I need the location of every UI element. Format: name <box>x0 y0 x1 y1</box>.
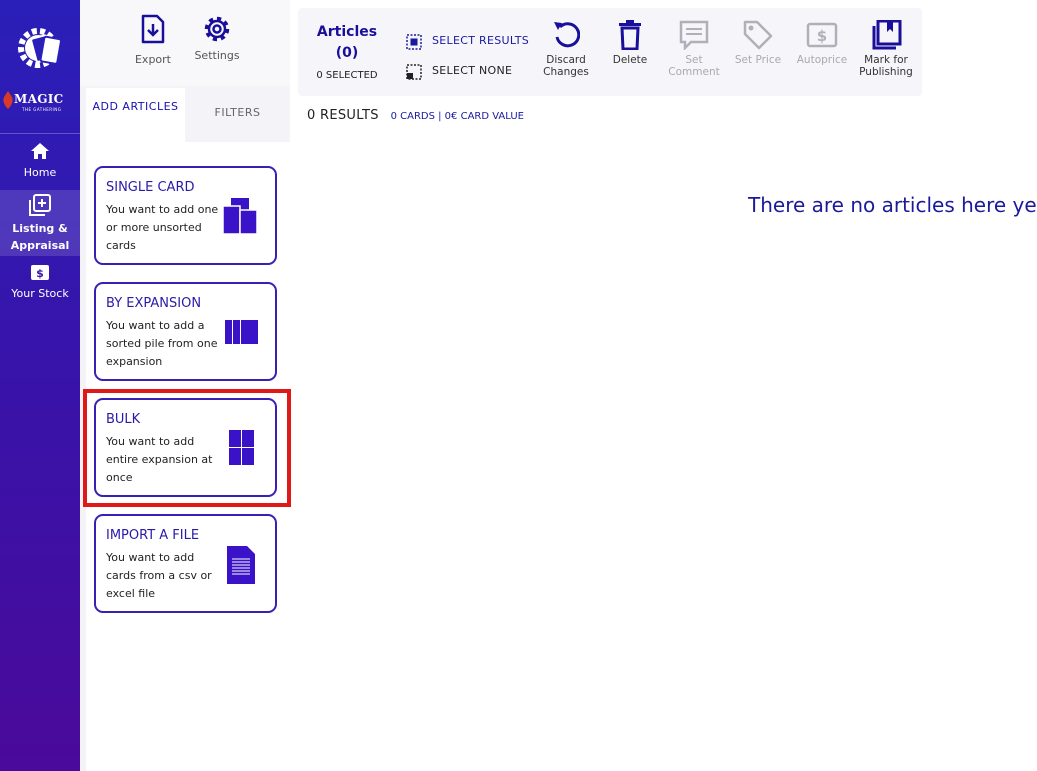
publish-icon <box>872 20 902 50</box>
home-icon <box>31 143 49 159</box>
nav-item-label: Your Stock <box>11 287 69 300</box>
select-results-label: SELECT RESULTS <box>432 34 530 47</box>
add-articles-panel: Export Settings ADD ARTICLES FILTERS SIN… <box>80 0 290 771</box>
nav-item-listing-appraisal[interactable]: Listing & Appraisal <box>0 190 80 256</box>
autoprice-button[interactable]: $ Autoprice <box>790 20 854 66</box>
autoprice-label: Autoprice <box>796 54 848 66</box>
single-card-option[interactable]: SINGLE CARD You want to add one or more … <box>94 166 277 265</box>
brand-sub: THE GATHERING <box>22 107 62 112</box>
results-count: 0 RESULTS <box>307 108 379 123</box>
svg-text:$: $ <box>36 267 44 280</box>
main-nav: MAGIC THE GATHERING Home Listing & Appra… <box>0 0 80 771</box>
export-icon <box>141 14 165 44</box>
trash-icon <box>619 20 641 50</box>
articles-toolbar: Articles (0) 0 SELECTED SELECT RESULTS S… <box>298 8 922 96</box>
articles-title: Articles <box>316 24 378 40</box>
cards-stack-icon <box>223 198 258 235</box>
option-title: SINGLE CARD <box>106 180 195 195</box>
selected-count: 0 SELECTED <box>316 70 378 81</box>
set-price-button[interactable]: Set Price <box>726 20 790 66</box>
option-description: You want to add cards from a csv or exce… <box>106 551 212 600</box>
undo-icon <box>554 22 580 48</box>
export-label: Export <box>134 53 171 66</box>
money-icon: $ <box>31 265 49 280</box>
dollar-icon: $ <box>806 22 838 48</box>
nav-item-label: Listing & Appraisal <box>10 222 70 252</box>
nav-item-your-stock[interactable]: $ Your Stock <box>0 264 80 308</box>
empty-state-message: There are no articles here yet. <box>748 193 1037 217</box>
settings-button[interactable]: Settings <box>187 14 247 62</box>
mark-for-publishing-label: Mark for Publishing <box>859 54 913 78</box>
option-title: IMPORT A FILE <box>106 528 200 543</box>
results-summary: 0 RESULTS 0 CARDS | 0€ CARD VALUE <box>307 108 524 123</box>
magic-brand-logo: MAGIC THE GATHERING <box>2 88 78 116</box>
nav-item-label: Home <box>23 166 57 179</box>
option-description: You want to add a sorted pile from one e… <box>106 319 218 368</box>
select-none-icon <box>406 64 422 80</box>
delete-label: Delete <box>612 54 648 66</box>
mark-for-publishing-button[interactable]: Mark for Publishing <box>854 20 918 78</box>
by-expansion-option[interactable]: BY EXPANSION You want to add a sorted pi… <box>94 282 277 381</box>
select-none-label: SELECT NONE <box>432 64 513 77</box>
nav-divider <box>0 133 80 134</box>
articles-count: (0) <box>335 45 359 61</box>
tab-filters[interactable]: FILTERS <box>185 88 290 142</box>
panel-tools: Export Settings <box>80 0 290 86</box>
panel-tabs: ADD ARTICLES FILTERS <box>80 88 290 142</box>
discard-changes-label: Discard Changes <box>543 54 589 78</box>
set-comment-button[interactable]: Set Comment <box>662 20 726 78</box>
settings-label: Settings <box>194 49 240 62</box>
delete-button[interactable]: Delete <box>598 20 662 66</box>
app-logo-icon[interactable] <box>12 20 68 76</box>
brand-word: MAGIC <box>14 92 64 106</box>
option-title: BY EXPANSION <box>106 296 202 311</box>
results-stats: 0 CARDS | 0€ CARD VALUE <box>390 111 524 122</box>
add-box-icon <box>29 194 51 216</box>
export-button[interactable]: Export <box>123 14 183 66</box>
svg-text:$: $ <box>817 27 827 45</box>
comment-icon <box>679 20 709 50</box>
discard-changes-button[interactable]: Discard Changes <box>534 20 598 78</box>
bulk-option-highlight <box>83 389 291 507</box>
file-icon <box>227 546 255 584</box>
set-comment-label: Set Comment <box>668 54 720 78</box>
flame-icon <box>3 91 13 109</box>
tag-icon <box>743 20 773 50</box>
select-results-button[interactable]: SELECT RESULTS <box>406 34 529 53</box>
nav-item-home[interactable]: Home <box>0 142 80 186</box>
gear-icon <box>204 16 230 42</box>
select-all-icon <box>406 34 422 50</box>
set-price-label: Set Price <box>734 54 782 66</box>
select-none-button[interactable]: SELECT NONE <box>406 64 512 83</box>
articles-heading: Articles (0) <box>298 22 396 64</box>
tab-add-articles[interactable]: ADD ARTICLES <box>86 88 185 142</box>
import-file-option[interactable]: IMPORT A FILE You want to add cards from… <box>94 514 277 613</box>
columns-icon <box>225 320 258 344</box>
option-description: You want to add one or more unsorted car… <box>106 203 219 252</box>
